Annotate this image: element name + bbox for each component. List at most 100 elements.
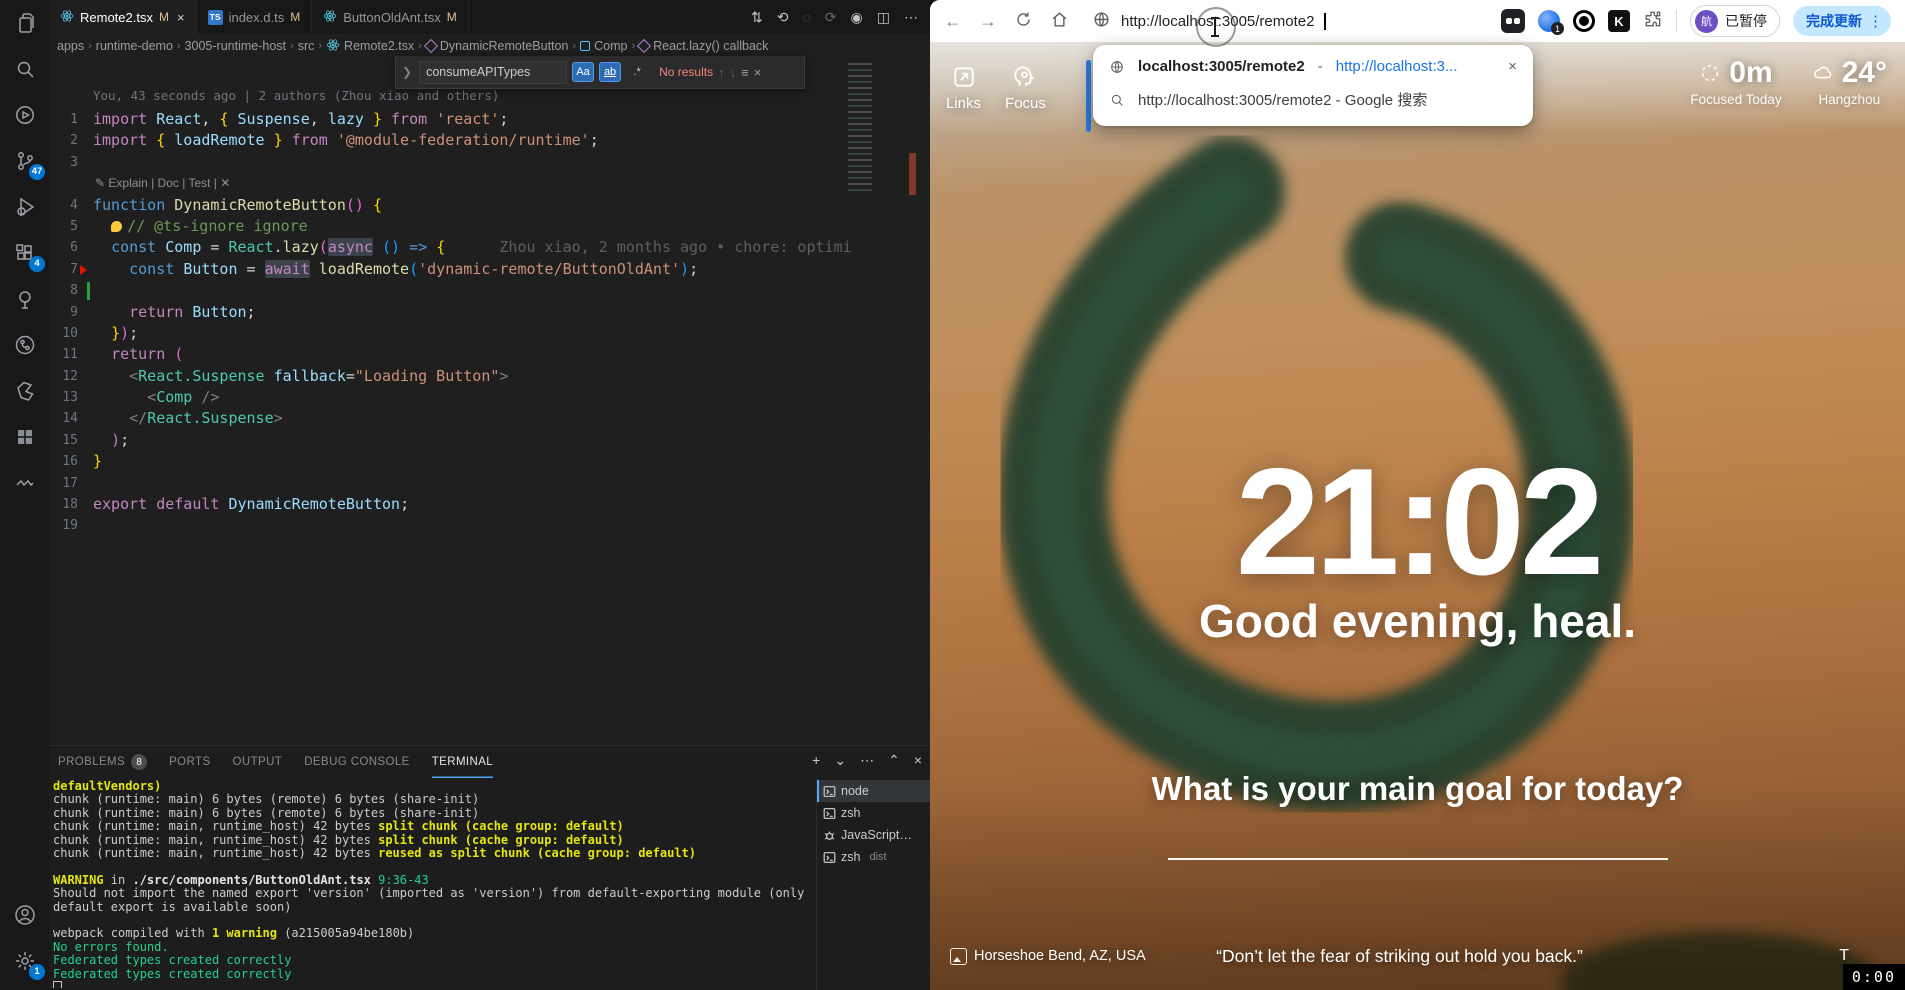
extension-ring-icon[interactable] — [1573, 10, 1595, 32]
back-button[interactable]: ← — [944, 12, 962, 30]
breadcrumb-item[interactable]: Remote2.tsx — [326, 38, 414, 55]
activity-grid-icon[interactable] — [0, 414, 49, 460]
panel-tab-ports[interactable]: PORTS — [169, 746, 210, 778]
focused-time-widget[interactable]: 0m Focused Today — [1690, 56, 1781, 107]
panel-action-icon[interactable]: + — [812, 752, 820, 769]
tab-ButtonOldAnt.tsx[interactable]: ButtonOldAnt.tsxM — [312, 0, 469, 34]
breadcrumb-item[interactable]: runtime-demo — [96, 39, 173, 53]
links-button[interactable]: Links — [946, 64, 981, 112]
goal-input-underline[interactable] — [1168, 858, 1668, 860]
panel-tab-output[interactable]: OUTPUT — [233, 746, 283, 778]
settings-gear-icon[interactable]: 1 — [0, 938, 49, 984]
panel-action-icon[interactable]: ⌃ — [888, 752, 900, 769]
find-expand-chevron[interactable]: ❯ — [402, 65, 412, 79]
omnibox-suggestion[interactable]: localhost:3005/remote2 - http://localhos… — [1093, 50, 1533, 83]
find-next-button[interactable]: ↓ — [730, 65, 737, 80]
home-button[interactable] — [1050, 10, 1069, 32]
weather-widget[interactable]: 24° Hangzhou — [1812, 56, 1887, 107]
editor-action-icon[interactable]: ⟳ — [825, 9, 837, 26]
minimap[interactable] — [848, 63, 872, 193]
regex-toggle[interactable]: .* — [626, 62, 648, 82]
finish-update-button[interactable]: 完成更新 ⋮ — [1793, 6, 1891, 36]
site-info-globe-icon[interactable] — [1092, 10, 1111, 32]
code-line[interactable]: 11 return ( — [49, 344, 930, 365]
codelens-actions[interactable]: ✎ Explain | Doc | Test | ✕ — [49, 173, 930, 194]
terminal-list-item-JavaScript…[interactable]: JavaScript… — [817, 824, 930, 846]
editor-action-icon[interactable]: ⟲ — [777, 9, 789, 26]
match-case-toggle[interactable]: Aa — [572, 62, 594, 82]
activity-search-icon[interactable] — [0, 46, 49, 92]
code-line[interactable]: 7 const Button = await loadRemote('dynam… — [49, 259, 930, 280]
find-prev-button[interactable]: ↑ — [718, 65, 725, 80]
code-line[interactable]: 17 — [49, 473, 930, 494]
panel-action-icon[interactable]: ⌄ — [834, 752, 846, 769]
extension-blue-icon[interactable]: 1 — [1538, 10, 1560, 32]
code-line[interactable]: 4function DynamicRemoteButton() { — [49, 195, 930, 216]
breadcrumb-item[interactable]: DynamicRemoteButton — [426, 39, 569, 53]
code-line[interactable]: 10 }); — [49, 323, 930, 344]
activity-extensions-icon[interactable]: 4 — [0, 230, 49, 276]
breadcrumb-item[interactable]: React.lazy() callback — [639, 39, 768, 53]
whole-word-toggle[interactable]: ab — [599, 62, 621, 82]
code-line[interactable]: 16} — [49, 451, 930, 472]
omnibox-suggestion[interactable]: http://localhost:3005/remote2 - Google 搜… — [1093, 83, 1533, 116]
editor-action-icon[interactable]: ◉ — [851, 9, 863, 26]
code-line[interactable]: 9 return Button; — [49, 302, 930, 323]
code-line[interactable]: 12 <React.Suspense fallback="Loading But… — [49, 366, 930, 387]
breadcrumb-item[interactable]: Comp — [580, 39, 627, 53]
breadcrumb-item[interactable]: 3005-runtime-host — [185, 39, 286, 53]
find-in-selection-button[interactable]: ≡ — [741, 65, 749, 80]
find-close-button[interactable]: × — [754, 65, 762, 80]
editor-action-icon[interactable]: ⇅ — [751, 9, 763, 26]
find-input[interactable] — [419, 61, 567, 84]
activity-explorer-icon[interactable] — [0, 0, 49, 46]
code-line[interactable]: 2import { loadRemote } from '@module-fed… — [49, 130, 930, 151]
activity-testing-icon[interactable] — [0, 276, 49, 322]
accounts-icon[interactable] — [0, 892, 49, 938]
code-editor[interactable]: You, 43 seconds ago | 2 authors (Zhou xi… — [49, 58, 930, 745]
terminal-list-item-zsh[interactable]: zsh — [817, 802, 930, 824]
activity-custom-shape-icon[interactable] — [0, 368, 49, 414]
terminal-list-item-node[interactable]: node — [817, 780, 930, 802]
browser-menu-icon[interactable]: ⋮ — [1868, 12, 1883, 30]
editor-action-icon[interactable]: ◫ — [877, 9, 890, 26]
panel-action-icon[interactable]: × — [914, 752, 922, 769]
code-line[interactable]: 19 — [49, 515, 930, 536]
breadcrumb-item[interactable]: apps — [57, 39, 84, 53]
panel-tab-debug-console[interactable]: DEBUG CONSOLE — [304, 746, 410, 778]
code-line[interactable]: 1import React, { Suspense, lazy } from '… — [49, 109, 930, 130]
activity-git-graph-icon[interactable] — [0, 322, 49, 368]
tab-index.d.ts[interactable]: TSindex.d.tsM — [197, 0, 313, 34]
panel-tab-problems[interactable]: PROBLEMS8 — [58, 746, 147, 778]
code-line[interactable]: 13 <Comp /> — [49, 387, 930, 408]
panel-tab-terminal[interactable]: TERMINAL — [432, 746, 493, 778]
activity-debug-icon[interactable] — [0, 184, 49, 230]
terminal-list-item-zsh[interactable]: zshdist — [817, 846, 930, 868]
panel-action-icon[interactable]: ⋯ — [860, 752, 874, 769]
breadcrumb-item[interactable]: src — [298, 39, 315, 53]
code-line[interactable]: 6 const Comp = React.lazy(async () => { … — [49, 237, 930, 258]
url-text[interactable]: http://localhost:3005/remote2 — [1121, 13, 1314, 30]
activity-waves-icon[interactable] — [0, 460, 49, 506]
remove-suggestion-icon[interactable]: × — [1508, 58, 1517, 75]
code-line[interactable]: 18export default DynamicRemoteButton; — [49, 494, 930, 515]
focus-button[interactable]: Focus — [1005, 64, 1046, 112]
editor-action-icon[interactable]: ⋯ — [904, 9, 918, 26]
omnibox[interactable]: http://localhost:3005/remote2 — [1092, 10, 1326, 32]
code-line[interactable]: 3 — [49, 152, 930, 173]
tab-Remote2.tsx[interactable]: Remote2.tsxM× — [49, 0, 197, 34]
reload-button[interactable] — [1014, 10, 1033, 32]
forward-button[interactable]: → — [979, 12, 997, 30]
tab-close-icon[interactable]: × — [177, 10, 185, 25]
extensions-puzzle-icon[interactable] — [1643, 9, 1663, 34]
extension-dark-icon[interactable] — [1501, 9, 1525, 33]
activity-remote-run-icon[interactable] — [0, 92, 49, 138]
activity-source-control-icon[interactable]: 47 — [0, 138, 49, 184]
editor-action-icon[interactable]: ◌ — [802, 9, 810, 25]
terminal-output[interactable]: defaultVendors)chunk (runtime: main) 6 b… — [53, 780, 815, 988]
code-line[interactable]: 14 </React.Suspense> — [49, 408, 930, 429]
kagi-extension-icon[interactable]: K — [1608, 10, 1630, 32]
code-line[interactable]: 15 ); — [49, 430, 930, 451]
code-line[interactable]: 8 — [49, 280, 930, 301]
code-line[interactable]: 5 // @ts-ignore ignore — [49, 216, 930, 237]
